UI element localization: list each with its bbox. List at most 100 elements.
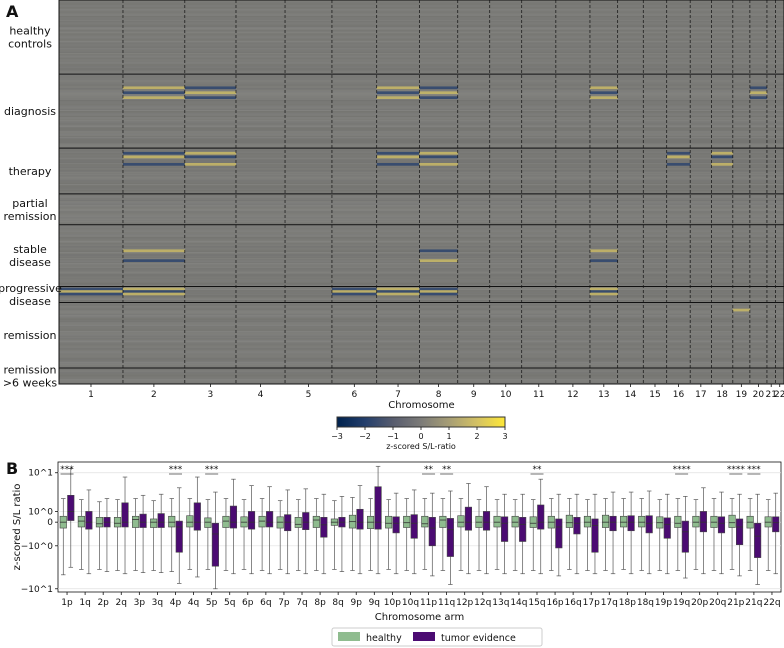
y-tick-label: −10^1 <box>21 585 53 595</box>
x-tick-label: 19p <box>655 598 672 608</box>
x-tick-label: 4q <box>188 598 199 608</box>
boxplot-y-ticks: 10^1 10^00 −10^0 −10^1 <box>21 469 58 595</box>
heatmap-x-axis-title: Chromosome <box>388 400 454 411</box>
chromosome-tick-label: 15 <box>649 390 660 400</box>
row-group-label: remission <box>3 363 56 376</box>
x-tick-label: 6q <box>260 598 271 608</box>
x-tick-label: 12p <box>456 598 473 608</box>
chromosome-tick-label: 2 <box>151 390 157 400</box>
row-group-label: healthy <box>9 25 51 38</box>
x-tick-label: 9p <box>351 598 363 608</box>
colorbar-gradient <box>336 416 506 428</box>
x-tick-label: 3p <box>134 598 146 608</box>
heatmap-row-labels: healthycontrolsdiagnosistherapypartialre… <box>0 25 62 390</box>
chromosome-tick-label: 6 <box>351 390 357 400</box>
colorbar-tick-label: −1 <box>387 432 399 441</box>
x-tick-label: 18p <box>619 598 636 608</box>
row-group-label: disease <box>9 295 51 308</box>
chromosome-tick-label: 20 <box>753 390 765 400</box>
x-tick-label: 9q <box>369 598 380 608</box>
x-tick-label: 5p <box>206 598 218 608</box>
chromosome-tick-label: 19 <box>736 390 748 400</box>
row-group-label: >6 weeks <box>3 376 58 389</box>
significance-label: ** <box>532 465 542 475</box>
x-tick-label: 13q <box>492 598 509 608</box>
significance-label: **** <box>673 465 692 475</box>
row-group-label: progressive <box>0 282 62 295</box>
chromosome-tick-label: 9 <box>471 390 477 400</box>
chromosome-tick-label: 3 <box>208 390 214 400</box>
x-tick-label: 1p <box>61 598 73 608</box>
x-tick-label: 18q <box>637 598 654 608</box>
colorbar-tick-label: 2 <box>474 432 479 441</box>
row-group-label: remission <box>3 210 56 223</box>
x-tick-label: 10p <box>384 598 401 608</box>
row-group-label: partial <box>12 197 47 210</box>
boxplot: *** *** *** ** ** ** **** **** *** 10^110^00−10^… <box>12 461 782 623</box>
row-group-label: stable <box>13 243 47 256</box>
x-tick-label: 6p <box>242 598 254 608</box>
x-tick-label: 2q <box>116 598 127 608</box>
x-tick-label: 16q <box>565 598 582 608</box>
x-tick-label: 7q <box>296 598 307 608</box>
x-tick-label: 5q <box>224 598 235 608</box>
y-tick-label: 10^0 <box>28 507 53 517</box>
x-tick-label: 19q <box>673 598 690 608</box>
x-tick-label: 7p <box>278 598 290 608</box>
heatmap-cells <box>59 0 784 384</box>
chromosome-tick-label: 7 <box>395 390 401 400</box>
x-tick-label: 11q <box>438 598 455 608</box>
x-tick-label: 21q <box>745 598 762 608</box>
chromosome-tick-label: 18 <box>716 390 728 400</box>
x-tick-label: 12q <box>474 598 491 608</box>
x-tick-label: 11p <box>420 598 437 608</box>
boxplot-x-ticks: 1p 1q 2p 2q 3p 3q 4p 4q 5p 5q 6p 6q 7p 7q 8p 8q 9p 9q 10p 1… <box>61 592 781 608</box>
x-tick-label: 17q <box>601 598 618 608</box>
x-tick-label: 20q <box>709 598 726 608</box>
heatmap-x-ticks: 1 2 3 4 5 6 7 8 9 10 11 12 13 14 15 16 17 18 19 20 2122 <box>88 384 784 400</box>
boxplot-x-axis-title: Chromosome arm <box>375 612 464 623</box>
x-tick-label: 8q <box>332 598 343 608</box>
panel-a-letter: A <box>6 2 19 21</box>
legend-label-healthy: healthy <box>366 633 402 644</box>
legend-swatch-healthy <box>338 632 360 641</box>
row-group-label: diagnosis <box>4 105 56 118</box>
chromosome-tick-label: 16 <box>673 390 685 400</box>
colorbar-ticks: −3 −2 −1 0 1 2 3 <box>331 427 508 441</box>
chromosome-tick-label: 12 <box>567 390 578 400</box>
x-tick-label: 2p <box>97 598 109 608</box>
x-tick-label: 10q <box>402 598 419 608</box>
x-tick-label: 4p <box>170 598 182 608</box>
x-tick-label: 16p <box>546 598 563 608</box>
colorbar-label: z-scored S/L-ratio <box>386 442 456 451</box>
y-tick-label: 0 <box>47 518 53 528</box>
figure: A healthycontrolsdiagnosistherapypartial… <box>0 0 784 647</box>
x-tick-label: 17p <box>583 598 600 608</box>
colorbar-tick-label: 1 <box>446 432 451 441</box>
significance-label: *** <box>205 465 219 475</box>
chromosome-tick-label: 8 <box>436 390 442 400</box>
x-tick-label: 15q <box>528 598 545 608</box>
x-tick-label: 21p <box>727 598 744 608</box>
chromosome-tick-label: 14 <box>625 390 637 400</box>
legend: healthy tumor evidence <box>331 627 543 647</box>
heatmap: healthycontrolsdiagnosistherapypartialre… <box>0 0 784 411</box>
legend-swatch-tumor-evidence <box>413 632 435 641</box>
colorbar-tick-label: 3 <box>502 432 507 441</box>
significance-label: ** <box>442 465 452 475</box>
x-tick-label: 20p <box>691 598 708 608</box>
significance-label: ** <box>424 465 434 475</box>
row-group-label: controls <box>8 38 52 51</box>
x-tick-label: 3q <box>152 598 163 608</box>
boxplot-gridlines <box>57 461 782 593</box>
chromosome-tick-label: 22 <box>774 390 784 400</box>
significance-label: *** <box>747 465 761 475</box>
significance-label: **** <box>727 465 746 475</box>
legend-label-tumor-evidence: tumor evidence <box>441 633 516 644</box>
row-group-label: disease <box>9 256 51 269</box>
x-tick-label: 14q <box>510 598 527 608</box>
x-tick-label: 8p <box>314 598 326 608</box>
y-tick-label: 10^1 <box>28 469 53 479</box>
colorbar-tick-label: 0 <box>418 432 423 441</box>
row-group-label: therapy <box>9 165 52 178</box>
